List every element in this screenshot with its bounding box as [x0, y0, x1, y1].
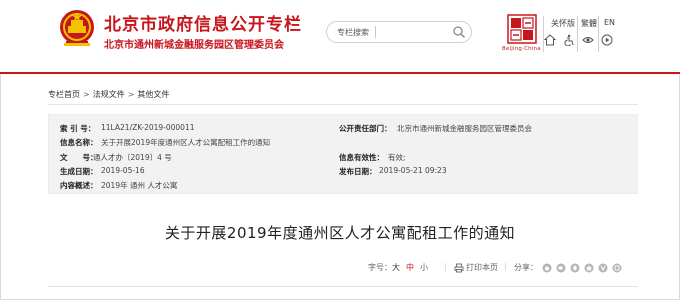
summary-value: 2019年 通州 人才公寓 — [101, 181, 178, 190]
index-label: 索 引 号： — [60, 124, 96, 133]
breadcrumb-separator: > — [127, 90, 135, 99]
search-box: 专栏搜索 — [326, 21, 472, 43]
share-label: 分享： — [514, 263, 538, 272]
title-value: 关于开展2019年度通州区人才公寓配租工作的通知 — [101, 138, 271, 147]
logo-caption: Beijing·China — [502, 46, 541, 52]
font-size-medium[interactable]: 中 — [406, 262, 414, 273]
validity-value: 有效; — [388, 153, 406, 162]
search-icon[interactable] — [452, 25, 466, 39]
summary-label: 内容概述： — [60, 181, 98, 190]
article-toolbar: 字号： 大 中 小 | 打印本页 | 分享： — [0, 262, 680, 276]
publisher-label: 公开责任部门： — [339, 124, 392, 133]
font-size-small[interactable]: 小 — [420, 262, 428, 273]
home-icon[interactable] — [544, 34, 556, 46]
share-qq-icon[interactable] — [570, 263, 580, 273]
font-size-large[interactable]: 大 — [392, 262, 400, 273]
article-title: 关于开展2019年度通州区人才公寓配租工作的通知 — [164, 224, 516, 242]
print-page-link[interactable]: 打印本页 — [466, 262, 498, 273]
play-audio-icon[interactable] — [601, 34, 613, 46]
header-separator — [577, 16, 578, 52]
print-icon[interactable] — [454, 263, 464, 273]
docno-value: 通人才办〔2019〕4 号 — [93, 153, 172, 162]
site-subtitle: 北京市通州新城金融服务园区管理委员会 — [104, 40, 284, 51]
breadcrumb-separator: > — [83, 90, 90, 99]
accessibility-icon[interactable] — [563, 34, 575, 46]
content-rule — [48, 286, 638, 287]
share-weibo-icon[interactable] — [542, 263, 552, 273]
font-size-label: 字号： — [368, 263, 392, 272]
search-input[interactable] — [379, 24, 449, 40]
share-qzone-icon[interactable] — [584, 263, 594, 273]
search-scope-label[interactable]: 专栏搜索 — [337, 27, 369, 38]
validity-label: 信息有效性： — [339, 153, 384, 162]
docno-label: 文 号： — [60, 153, 98, 162]
breadcrumb-home[interactable]: 专栏首页 — [48, 89, 80, 100]
toolbar-divider: | — [504, 262, 507, 271]
english-link[interactable]: EN — [604, 18, 615, 27]
index-value: 11LA21/ZK-2019-000011 — [101, 123, 195, 132]
created-date-label: 生成日期： — [60, 167, 98, 176]
eye-icon[interactable] — [582, 34, 594, 46]
document-info-panel: 索 引 号： 11LA21/ZK-2019-000011 公开责任部门： 北京市… — [48, 114, 638, 194]
breadcrumb-rule — [48, 104, 638, 105]
breadcrumb-other-docs[interactable]: 其他文件 — [137, 89, 169, 100]
published-date-label: 发布日期： — [339, 167, 377, 176]
publisher-value: 北京市通州新城金融服务园区管理委员会 — [397, 124, 532, 133]
breadcrumb: 专栏首页 > 法规文件 > 其他文件 — [48, 89, 169, 100]
breadcrumb-regulations[interactable]: 法规文件 — [93, 89, 125, 100]
site-title: 北京市政府信息公开专栏 — [104, 15, 302, 35]
share-renren-icon[interactable] — [598, 263, 608, 273]
published-date-value: 2019-05-21 09:23 — [379, 166, 447, 175]
toolbar-divider: | — [444, 262, 447, 271]
search-divider — [375, 26, 376, 38]
national-emblem-icon — [60, 10, 94, 46]
site-header: 北京市政府信息公开专栏 北京市通州新城金融服务园区管理委员会 专栏搜索 Beij… — [0, 0, 680, 72]
header-separator — [598, 16, 599, 52]
created-date-value: 2019-05-16 — [101, 166, 145, 175]
header-red-rule — [0, 72, 680, 74]
title-label: 信息名称： — [60, 138, 98, 147]
beijing-capital-logo[interactable] — [507, 14, 537, 44]
share-douban-icon[interactable] — [612, 263, 622, 273]
elder-mode-link[interactable]: 关怀版 — [551, 18, 575, 29]
traditional-chinese-link[interactable]: 繁體 — [581, 18, 597, 29]
share-wechat-icon[interactable] — [556, 263, 566, 273]
